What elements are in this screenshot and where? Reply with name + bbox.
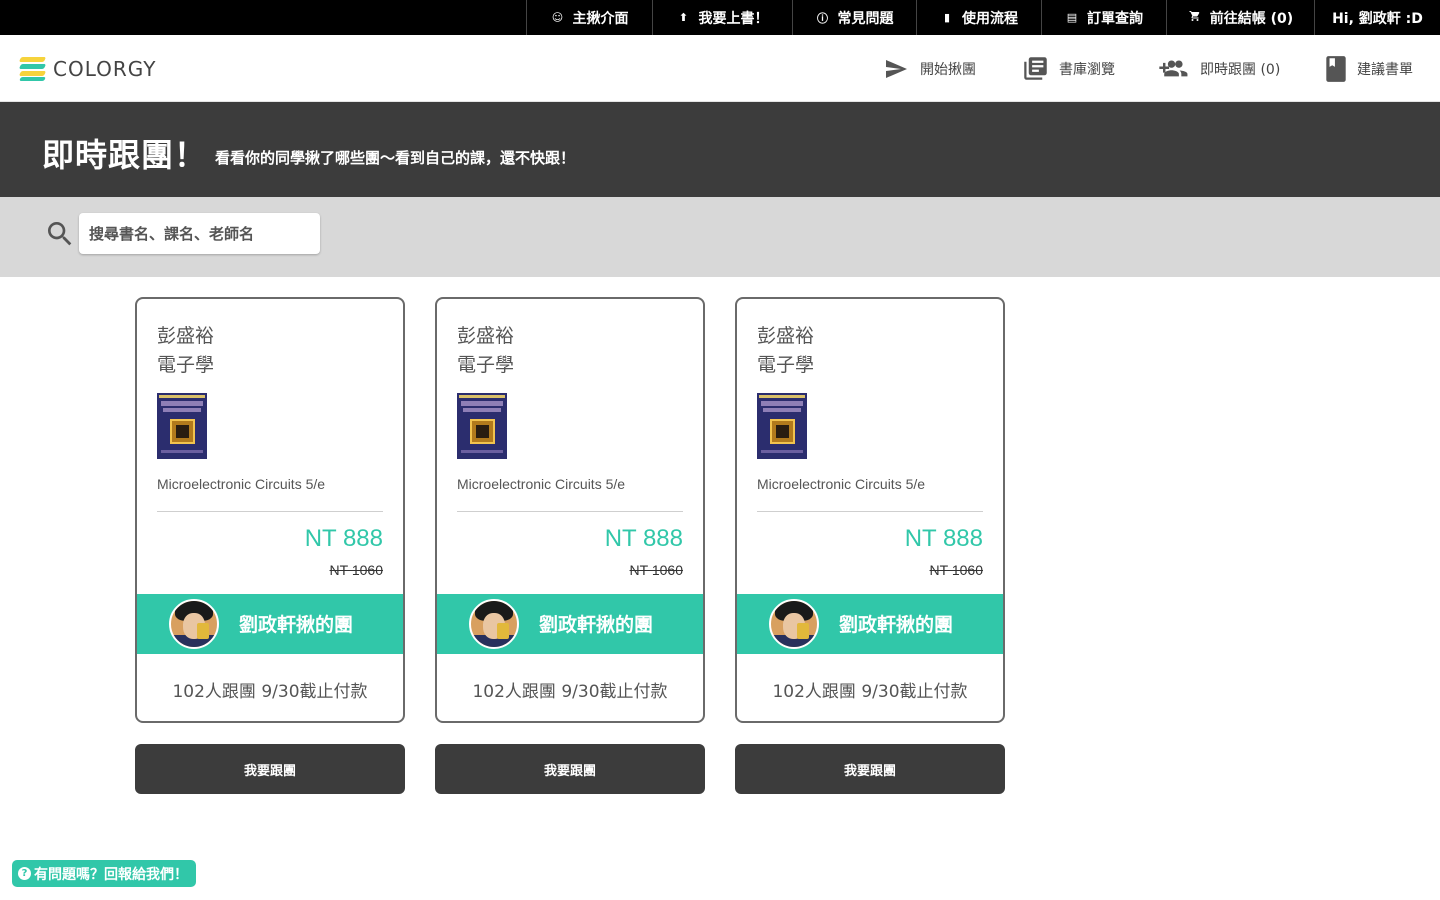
card-book-name: Microelectronic Circuits 5/e xyxy=(157,476,326,492)
card-original-price: NT 1060 xyxy=(329,562,383,578)
topbar-user-greeting[interactable]: Hi, 劉政軒 :D xyxy=(1314,0,1440,35)
book-cover-image xyxy=(757,393,807,459)
card-leader-strip: 劉政軒揪的團 xyxy=(137,594,403,654)
book-cover-image xyxy=(157,393,207,459)
topbar-faq-label: 常見問題 xyxy=(837,10,894,27)
logo-text: COLORGY xyxy=(53,57,157,81)
card-leader-text: 劉政軒揪的團 xyxy=(239,614,354,636)
card-teacher: 彭盛裕 xyxy=(757,325,815,347)
nav-live-groups[interactable]: 即時跟團 (0) xyxy=(1158,35,1280,102)
card-original-price: NT 1060 xyxy=(929,562,983,578)
upload-icon: ⬆ xyxy=(678,11,689,24)
topbar-upload-book[interactable]: ⬆ 我要上書！ xyxy=(652,0,792,35)
search-input[interactable] xyxy=(79,213,320,254)
page-subtitle: 看看你的同學揪了哪些團～看到自己的課，還不快跟！ xyxy=(215,149,576,167)
card-leader-text: 劉政軒揪的團 xyxy=(839,614,954,636)
avatar xyxy=(169,599,219,649)
card-price: NT 888 xyxy=(604,525,683,552)
search-bar xyxy=(0,197,1440,277)
card-status: 102人跟團 9/30截止付款 xyxy=(472,682,668,702)
film-icon: ▮ xyxy=(943,11,951,24)
card-leader-strip: 劉政軒揪的團 xyxy=(437,594,703,654)
card-course: 電子學 xyxy=(757,354,815,376)
book-cover-image xyxy=(457,393,507,459)
nav-live-groups-label: 即時跟團 (0) xyxy=(1200,61,1281,78)
group-card[interactable]: 彭盛裕 電子學 Microelectronic Circuits 5/e NT … xyxy=(735,297,1005,723)
smile-icon: ☺ xyxy=(551,11,564,24)
colorgy-logo-icon xyxy=(18,57,47,81)
join-group-button[interactable]: 我要跟團 xyxy=(435,744,705,794)
card-course: 電子學 xyxy=(157,354,215,376)
nav-library-label: 書庫瀏覽 xyxy=(1059,61,1115,78)
nav-library[interactable]: 書庫瀏覽 xyxy=(1022,35,1115,102)
topbar-leader-panel[interactable]: ☺ 主揪介面 xyxy=(526,0,652,35)
topbar-usage-flow-label: 使用流程 xyxy=(962,10,1018,27)
card-book-name: Microelectronic Circuits 5/e xyxy=(457,476,626,492)
logo[interactable]: COLORGY xyxy=(18,57,157,81)
topbar-usage-flow[interactable]: ▮ 使用流程 xyxy=(916,0,1041,35)
add-group-icon xyxy=(1159,59,1188,76)
card-leader-strip: 劉政軒揪的團 xyxy=(737,594,1003,654)
topbar-checkout-label: 前往結帳 (0) xyxy=(1209,10,1294,27)
search-icon[interactable] xyxy=(44,218,76,250)
topbar-checkout[interactable]: 前往結帳 (0) xyxy=(1166,0,1314,35)
topbar-order-query-label: 訂單查詢 xyxy=(1087,10,1143,27)
page-banner: 即時跟團！ 看看你的同學揪了哪些團～看到自己的課，還不快跟！ xyxy=(0,102,1440,197)
topbar-leader-panel-label: 主揪介面 xyxy=(572,10,629,27)
join-group-button[interactable]: 我要跟團 xyxy=(135,744,405,794)
page-title: 即時跟團！ xyxy=(42,136,208,174)
question-icon: ? xyxy=(18,867,31,880)
card-teacher: 彭盛裕 xyxy=(157,325,215,347)
card-course: 電子學 xyxy=(457,354,515,376)
send-icon xyxy=(886,59,907,78)
library-icon xyxy=(1024,57,1047,80)
card-price: NT 888 xyxy=(304,525,383,552)
topbar-faq[interactable]: ⓘ 常見問題 xyxy=(792,0,916,35)
cart-icon xyxy=(1188,10,1202,25)
nav-start-group[interactable]: 開始揪團 xyxy=(882,35,976,102)
feedback-label: 有問題嗎？回報給我們！ xyxy=(34,866,188,883)
card-status: 102人跟團 9/30截止付款 xyxy=(172,682,368,702)
topbar-user-greeting-label: Hi, 劉政軒 :D xyxy=(1332,10,1423,27)
group-card[interactable]: 彭盛裕 電子學 Microelectronic Circuits 5/e NT … xyxy=(135,297,405,723)
list-icon: ▤ xyxy=(1066,11,1078,24)
avatar xyxy=(469,599,519,649)
book-icon xyxy=(1326,55,1346,82)
top-bar: ☺ 主揪介面 ⬆ 我要上書！ ⓘ 常見問題 ▮ 使用流程 ▤ 訂單查詢 前往結帳… xyxy=(0,0,1440,35)
card-book-name: Microelectronic Circuits 5/e xyxy=(757,476,926,492)
nav-suggested-books-label: 建議書單 xyxy=(1357,61,1413,78)
card-divider xyxy=(757,511,983,512)
nav-suggested-books[interactable]: 建議書單 xyxy=(1325,35,1413,102)
group-card[interactable]: 彭盛裕 電子學 Microelectronic Circuits 5/e NT … xyxy=(435,297,705,723)
card-original-price: NT 1060 xyxy=(629,562,683,578)
feedback-button[interactable]: ? 有問題嗎？回報給我們！ xyxy=(12,860,196,887)
card-divider xyxy=(157,511,383,512)
card-price: NT 888 xyxy=(904,525,983,552)
topbar-order-query[interactable]: ▤ 訂單查詢 xyxy=(1041,0,1166,35)
card-status: 102人跟團 9/30截止付款 xyxy=(772,682,968,702)
info-icon: ⓘ xyxy=(817,11,828,25)
card-teacher: 彭盛裕 xyxy=(457,325,515,347)
card-divider xyxy=(457,511,683,512)
card-leader-text: 劉政軒揪的團 xyxy=(539,614,654,636)
nav-start-group-label: 開始揪團 xyxy=(920,61,976,78)
avatar xyxy=(769,599,819,649)
topbar-upload-book-label: 我要上書！ xyxy=(698,10,769,27)
join-group-button[interactable]: 我要跟團 xyxy=(735,744,1005,794)
main-nav: COLORGY 開始揪團 書庫瀏覽 即時跟團 (0) 建議書單 xyxy=(0,35,1440,102)
